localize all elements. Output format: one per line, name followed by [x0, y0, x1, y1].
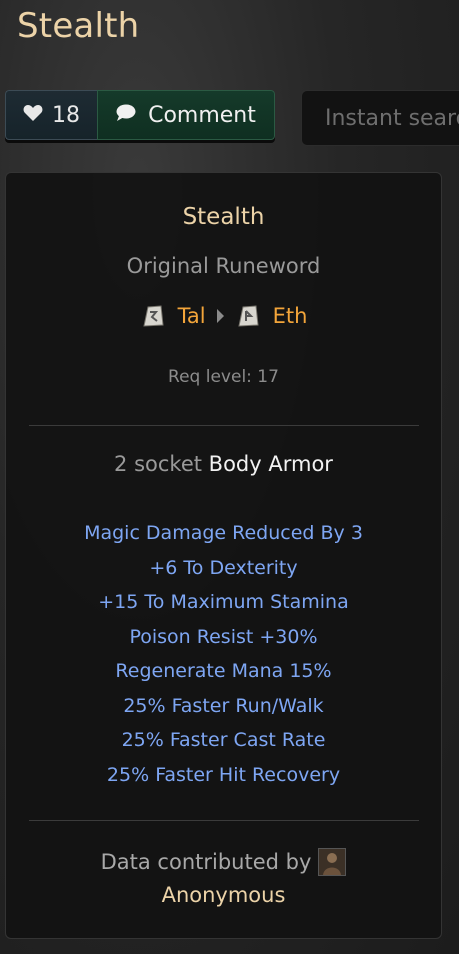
rune-eth[interactable]: Eth	[273, 304, 308, 328]
socket-count: 2 socket	[114, 452, 202, 476]
comment-button[interactable]: Comment	[97, 90, 275, 140]
stat-line: Poison Resist +30%	[129, 625, 318, 648]
divider	[29, 820, 419, 821]
instant-search	[301, 90, 459, 146]
stat-line: Regenerate Mana 15%	[115, 660, 332, 682]
stat-line: 25% Faster Run/Walk	[123, 694, 324, 717]
rune-stone-icon	[235, 303, 261, 329]
contributor-name[interactable]: Anonymous	[6, 883, 441, 907]
stat-line: 25% Faster Cast Rate	[121, 729, 326, 751]
search-input[interactable]	[323, 104, 459, 132]
like-button[interactable]: 18	[5, 90, 97, 140]
runeword-subtitle: Original Runeword	[126, 254, 321, 278]
stat-list: Magic Damage Reduced By 3 +6 To Dexterit…	[6, 516, 441, 792]
like-count: 18	[52, 102, 80, 128]
avatar[interactable]	[318, 848, 347, 876]
stat-line: Magic Damage Reduced By 3	[84, 522, 363, 544]
comment-label: Comment	[148, 102, 256, 128]
stat-line: +15 To Maximum Stamina	[98, 591, 349, 613]
caret-right-icon	[216, 309, 224, 323]
runeword-name: Stealth	[182, 204, 265, 230]
speech-bubble-icon	[116, 103, 136, 128]
contribution-line: Data contributed by	[6, 848, 441, 876]
divider	[29, 425, 419, 426]
rune-sequence: Tal Eth	[6, 303, 441, 329]
item-type: 2 socket Body Armor	[6, 452, 441, 476]
base-type: Body Armor	[208, 452, 333, 476]
rune-tal[interactable]: Tal	[178, 304, 206, 328]
stat-line: 25% Faster Hit Recovery	[106, 763, 341, 786]
stat-line: +6 To Dexterity	[149, 556, 298, 579]
required-level: Req level: 17	[168, 367, 279, 387]
contribution-label: Data contributed by	[100, 850, 312, 874]
page-title: Stealth	[17, 6, 140, 46]
runeword-card: Stealth Original Runeword Tal Eth Req le…	[5, 172, 442, 939]
heart-icon	[23, 103, 43, 128]
rune-stone-icon	[140, 303, 166, 329]
action-button-group: 18 Comment	[5, 90, 275, 140]
